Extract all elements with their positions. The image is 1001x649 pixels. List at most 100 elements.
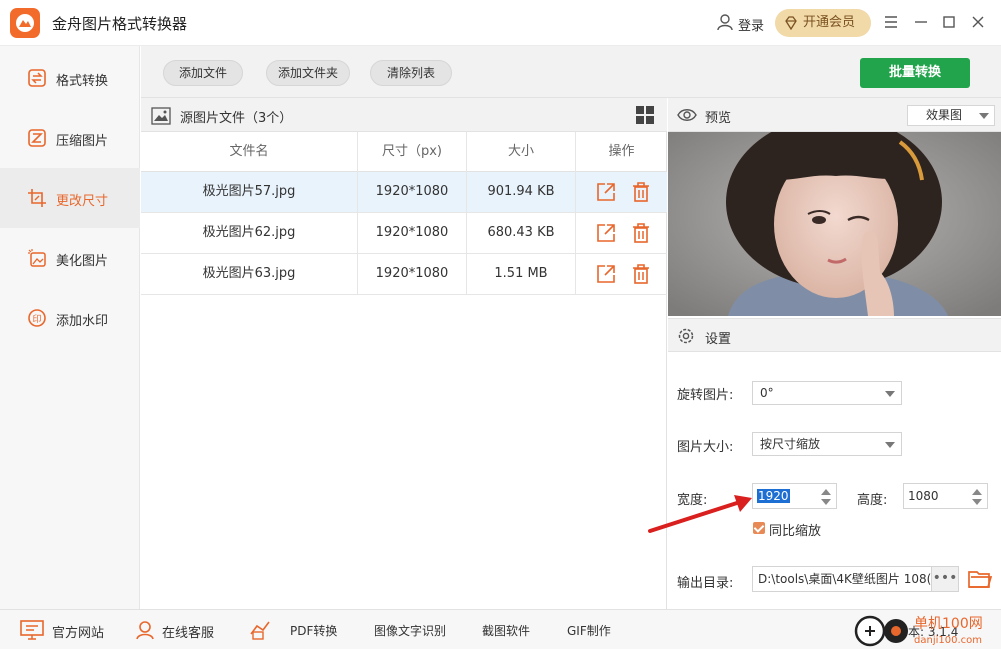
size-mode-select[interactable]: 按尺寸缩放 bbox=[752, 432, 902, 456]
open-file-icon[interactable] bbox=[596, 223, 616, 243]
minimize-icon[interactable] bbox=[911, 12, 931, 32]
stepper-down-icon[interactable] bbox=[972, 499, 982, 505]
official-site-link[interactable]: 官方网站 bbox=[52, 622, 104, 641]
ocr-link[interactable]: 图像文字识别 bbox=[374, 622, 446, 639]
title-bar: 金舟图片格式转换器 登录 开通会员 bbox=[0, 0, 1001, 46]
vip-button[interactable]: 开通会员 bbox=[775, 9, 871, 37]
sidebar-item-format-convert[interactable]: 格式转换 bbox=[0, 48, 140, 108]
delete-icon[interactable] bbox=[631, 264, 651, 284]
sidebar-item-compress[interactable]: 压缩图片 bbox=[0, 108, 140, 168]
gif-maker-link[interactable]: GIF制作 bbox=[567, 622, 611, 639]
monitor-icon bbox=[20, 620, 44, 640]
clear-list-button[interactable]: 清除列表 bbox=[370, 60, 452, 86]
width-stepper[interactable]: 1920 bbox=[752, 483, 837, 509]
file-size: 680.43 KB bbox=[467, 213, 576, 253]
column-header-dimensions: 尺寸（px) bbox=[358, 132, 467, 172]
row-actions bbox=[576, 254, 667, 294]
sidebar-item-label: 添加水印 bbox=[56, 314, 109, 329]
gear-icon bbox=[678, 328, 694, 344]
file-name: 极光图片63.jpg bbox=[141, 254, 358, 294]
file-size: 1.51 MB bbox=[467, 254, 576, 294]
settings-header: 设置 bbox=[668, 318, 1001, 352]
sidebar: 格式转换 压缩图片 更改尺寸 美化图片 印 添加水印 bbox=[0, 46, 140, 609]
site-watermark: 单机100网 danji100.com bbox=[852, 613, 1001, 649]
stepper-up-icon[interactable] bbox=[821, 489, 831, 495]
size-mode-value: 按尺寸缩放 bbox=[760, 437, 821, 451]
sidebar-item-label: 美化图片 bbox=[56, 254, 109, 269]
online-support-link[interactable]: 在线客服 bbox=[162, 622, 214, 641]
maximize-icon[interactable] bbox=[939, 12, 959, 32]
column-header-actions: 操作 bbox=[608, 144, 635, 159]
output-dir-field[interactable]: D:\tools\桌面\4K壁纸图片 108( bbox=[752, 566, 932, 592]
table-row[interactable]: 极光图片62.jpg 1920*1080 680.43 KB bbox=[141, 213, 667, 254]
login-link[interactable]: 登录 bbox=[738, 15, 764, 34]
close-icon[interactable] bbox=[968, 12, 988, 32]
stepper-up-icon[interactable] bbox=[972, 489, 982, 495]
file-name: 极光图片57.jpg bbox=[141, 172, 358, 212]
preview-image bbox=[668, 132, 1001, 316]
file-dimensions: 1920*1080 bbox=[358, 254, 467, 294]
file-dimensions: 1920*1080 bbox=[358, 172, 467, 212]
diamond-icon bbox=[785, 16, 797, 30]
sidebar-item-resize[interactable]: 更改尺寸 bbox=[0, 168, 140, 228]
chevron-down-icon bbox=[885, 442, 895, 448]
settings-title: 设置 bbox=[705, 332, 732, 347]
add-file-button[interactable]: 添加文件 bbox=[163, 60, 243, 86]
vip-label: 开通会员 bbox=[803, 15, 856, 30]
svg-text:单机100网: 单机100网 bbox=[914, 616, 983, 632]
format-convert-icon bbox=[28, 69, 46, 87]
svg-text:印: 印 bbox=[32, 313, 41, 325]
chevron-down-icon bbox=[885, 391, 895, 397]
watermark-icon: 印 bbox=[28, 309, 46, 327]
preview-header: 预览 效果图 bbox=[668, 98, 1001, 132]
table-row[interactable]: 极光图片63.jpg 1920*1080 1.51 MB bbox=[141, 254, 667, 295]
pdf-convert-link[interactable]: PDF转换 bbox=[290, 622, 337, 639]
size-mode-label: 图片大小: bbox=[677, 440, 734, 455]
file-table: 文件名 尺寸（px) 大小 操作 极光图片57.jpg 1920*1080 90… bbox=[141, 132, 667, 295]
table-row[interactable]: 极光图片57.jpg 1920*1080 901.94 KB bbox=[141, 172, 667, 213]
column-header-name: 文件名 bbox=[141, 132, 358, 172]
height-stepper[interactable]: 1080 bbox=[903, 483, 988, 509]
file-size: 901.94 KB bbox=[467, 172, 576, 212]
pdf-convert-icon bbox=[250, 621, 270, 640]
batch-convert-button[interactable]: 批量转换 bbox=[860, 58, 970, 88]
sidebar-item-label: 格式转换 bbox=[56, 74, 109, 89]
browse-dots-button[interactable]: ••• bbox=[931, 566, 959, 592]
folder-icon[interactable] bbox=[968, 569, 992, 589]
sidebar-item-beautify[interactable]: 美化图片 bbox=[0, 228, 140, 288]
menu-icon[interactable] bbox=[881, 12, 901, 32]
file-panel-title: 源图片文件（3个） bbox=[180, 111, 293, 126]
rotate-select[interactable]: 0° bbox=[752, 381, 902, 405]
support-icon bbox=[136, 621, 154, 640]
keep-ratio-label: 同比缩放 bbox=[769, 524, 822, 539]
footer: 官方网站 在线客服 PDF转换 图像文字识别 截图软件 GIF制作 本: 3.1… bbox=[0, 609, 1001, 649]
height-label: 高度: bbox=[857, 493, 888, 508]
open-file-icon[interactable] bbox=[596, 264, 616, 284]
resize-icon bbox=[28, 189, 46, 207]
output-dir-label: 输出目录: bbox=[677, 576, 734, 591]
preview-mode-select[interactable]: 效果图 bbox=[907, 105, 995, 126]
app-title: 金舟图片格式转换器 bbox=[52, 15, 188, 33]
stepper-down-icon[interactable] bbox=[821, 499, 831, 505]
user-icon[interactable] bbox=[716, 13, 734, 31]
annotation-arrow-icon bbox=[648, 495, 752, 533]
svg-text:danji100.com: danji100.com bbox=[914, 635, 982, 646]
grid-view-icon[interactable] bbox=[636, 106, 654, 124]
rotate-label: 旋转图片: bbox=[677, 388, 734, 403]
delete-icon[interactable] bbox=[631, 223, 651, 243]
preview-mode-value: 效果图 bbox=[926, 108, 963, 122]
app-logo-icon bbox=[10, 8, 40, 38]
open-file-icon[interactable] bbox=[596, 182, 616, 202]
sidebar-item-watermark[interactable]: 印 添加水印 bbox=[0, 288, 140, 348]
add-folder-button[interactable]: 添加文件夹 bbox=[266, 60, 350, 86]
beautify-icon bbox=[28, 249, 46, 267]
compress-icon bbox=[28, 129, 46, 147]
file-name: 极光图片62.jpg bbox=[141, 213, 358, 253]
delete-icon[interactable] bbox=[631, 182, 651, 202]
screenshot-link[interactable]: 截图软件 bbox=[482, 622, 530, 639]
chevron-down-icon bbox=[979, 113, 989, 119]
row-actions bbox=[576, 213, 667, 253]
preview-title: 预览 bbox=[705, 111, 732, 126]
width-value: 1920 bbox=[757, 489, 790, 503]
table-header: 文件名 尺寸（px) 大小 操作 bbox=[141, 132, 667, 172]
